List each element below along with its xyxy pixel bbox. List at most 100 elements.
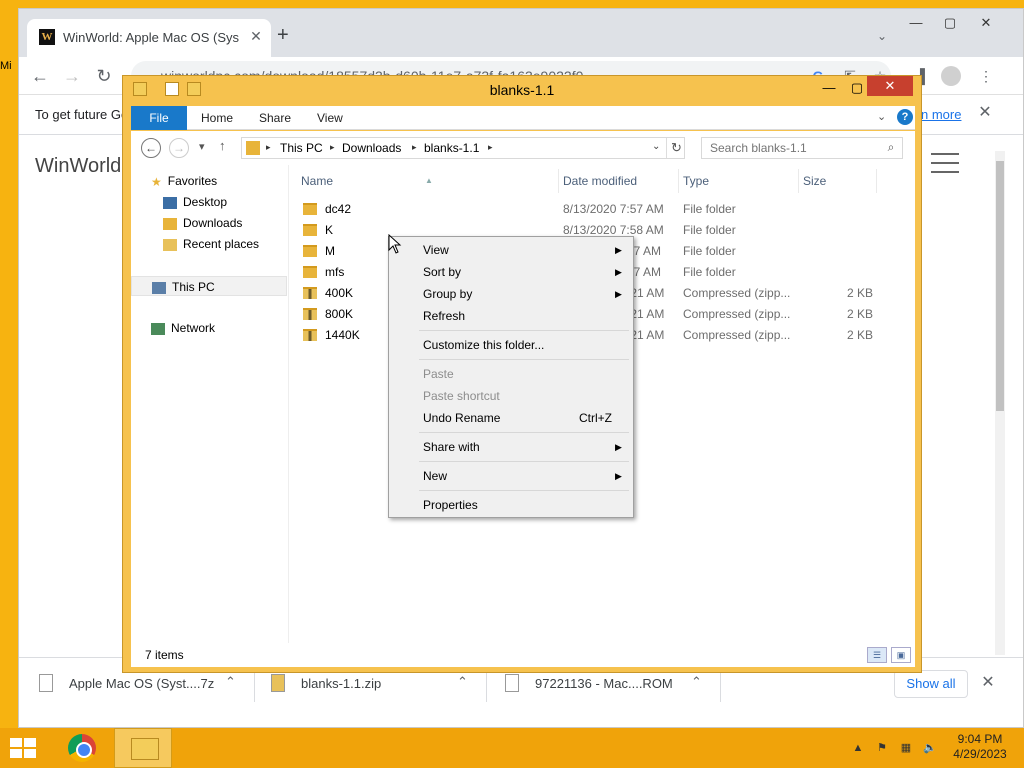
ribbon-expand-icon[interactable]: ⌄ [877,110,886,123]
forward-icon[interactable]: → [61,65,83,87]
search-icon[interactable]: ⌕ [882,140,900,156]
file-row[interactable]: dc42 8/13/2020 7:57 AM File folder [297,199,897,220]
tab-close-icon[interactable]: ✕ [247,27,265,45]
taskbar-chrome[interactable] [52,728,110,768]
download-name: 97221136 - Mac....ROM [535,676,673,691]
tab-file[interactable]: File [131,106,187,130]
taskbar-file-explorer[interactable] [114,728,172,768]
folder-icon [303,266,317,278]
chevron-down-icon[interactable]: ⌄ [652,141,660,152]
address-bar[interactable]: ▸ This PC ▸ Downloads ▸ blanks-1.1 ▸ ⌄ ↻ [241,137,685,159]
nav-favorites[interactable]: ★ Favorites [151,171,217,191]
clock[interactable]: 9:04 PM 4/29/2023 [940,732,1020,762]
menu-item-paste-shortcut[interactable]: Paste shortcut [391,385,631,407]
tab-home[interactable]: Home [201,106,233,130]
column-name[interactable]: Name ▲ [297,169,559,193]
breadcrumb-downloads[interactable]: Downloads [342,141,401,155]
zip-folder-icon [303,308,317,320]
page-scrollbar-thumb[interactable] [996,161,1004,411]
search-box[interactable]: ⌕ [701,137,903,159]
breadcrumb-this-pc[interactable]: This PC [280,141,323,155]
search-input[interactable] [702,138,880,158]
breadcrumb-blanks[interactable]: blanks-1.1 [424,141,479,155]
menu-item-view[interactable]: View ▶ [391,239,631,261]
forward-icon[interactable]: → [169,138,189,158]
nav-label: This PC [172,280,215,294]
infobar-text: To get future Go [35,107,129,122]
infobar-learn-more-link[interactable]: n more [921,107,961,122]
recent-locations-icon[interactable]: ▾ [199,140,205,153]
nav-downloads[interactable]: Downloads [163,213,242,233]
column-size[interactable]: Size [799,169,877,193]
tab-share[interactable]: Share [259,106,291,130]
nav-desktop[interactable]: Desktop [163,192,227,212]
menu-item-customize[interactable]: Customize this folder... [391,334,631,356]
clock-time: 9:04 PM [957,732,1003,746]
menu-item-new[interactable]: New ▶ [391,465,631,487]
folder-icon [246,141,260,155]
menu-label: Share with [423,440,480,454]
menu-kebab-icon[interactable]: ⋮ [977,67,995,85]
minimize-icon[interactable]: — [819,78,839,98]
item-count: 7 items [145,648,184,662]
maximize-icon[interactable]: ▢ [935,13,965,33]
menu-item-paste[interactable]: Paste [391,363,631,385]
column-type[interactable]: Type [679,169,799,193]
menu-item-refresh[interactable]: Refresh [391,305,631,327]
action-center-flag-icon[interactable]: ⚑ [874,740,890,756]
ribbon-tabs: File Home Share View ⌄ ? [131,106,915,130]
large-icons-view-icon[interactable]: ▣ [891,647,911,663]
new-tab-icon[interactable]: + [277,25,289,45]
nav-network[interactable]: Network [151,318,215,338]
tab-view[interactable]: View [317,106,343,130]
up-icon[interactable]: ↑ [219,138,226,153]
menu-item-group-by[interactable]: Group by ▶ [391,283,631,305]
chevron-up-icon[interactable]: ⌃ [691,674,702,690]
network-icon[interactable]: ▦ [898,740,914,756]
back-icon[interactable]: ← [141,138,161,158]
menu-item-undo-rename[interactable]: Undo Rename Ctrl+Z [391,407,631,429]
tab-search-icon[interactable]: ⌄ [877,29,887,43]
nav-label: Recent places [183,237,260,251]
refresh-icon[interactable]: ↻ [666,138,686,158]
help-icon[interactable]: ? [897,109,913,125]
computer-icon [152,281,166,294]
maximize-icon[interactable]: ▢ [847,78,867,98]
windows-start-icon[interactable] [10,738,38,760]
menu-item-sort-by[interactable]: Sort by ▶ [391,261,631,283]
show-all-button[interactable]: Show all [894,670,968,698]
site-title[interactable]: WinWorld [35,155,121,178]
folder-icon [303,224,317,236]
downloads-folder-icon [163,217,177,230]
back-icon[interactable]: ← [29,65,51,87]
profile-avatar-icon[interactable] [941,66,961,86]
close-icon[interactable]: ✕ [971,13,1001,33]
chevron-up-icon[interactable]: ⌃ [457,674,468,690]
volume-muted-icon[interactable]: 🔈 [922,740,938,756]
file-size: 2 KB [847,286,874,300]
chevron-up-icon[interactable]: ⌃ [225,674,236,690]
nav-this-pc[interactable]: This PC [131,276,287,296]
show-hidden-icons-icon[interactable]: ▲ [850,740,866,756]
nav-recent-places[interactable]: Recent places [163,234,259,254]
menu-item-share-with[interactable]: Share with ▶ [391,436,631,458]
infobar-close-icon[interactable]: ✕ [975,103,995,123]
menu-item-properties[interactable]: Properties [391,494,631,516]
recent-places-icon [163,238,177,251]
reload-icon[interactable]: ↻ [93,65,115,87]
hamburger-menu-icon[interactable] [931,153,959,173]
column-date-modified[interactable]: Date modified [559,169,679,193]
page-scrollbar[interactable] [995,151,1005,655]
details-view-icon[interactable]: ☰ [867,647,887,663]
minimize-icon[interactable]: — [901,13,931,33]
context-menu: View ▶ Sort by ▶ Group by ▶ Refresh Cust… [388,236,634,518]
desktop-icon [163,196,177,209]
downloads-close-icon[interactable]: ✕ [977,672,999,694]
explorer-close-icon[interactable]: ✕ [867,76,913,96]
download-name: blanks-1.1.zip [301,676,382,691]
explorer-titlebar[interactable]: blanks-1.1 — ▢ ✕ [123,76,921,104]
browser-tab[interactable]: W WinWorld: Apple Mac OS (System ✕ [27,19,271,57]
file-name: M [325,244,335,258]
address-row: ← → ▾ ↑ ▸ This PC ▸ Downloads ▸ blanks-1… [131,131,915,165]
tab-strip: W WinWorld: Apple Mac OS (System ✕ + ⌄ —… [19,9,1023,57]
